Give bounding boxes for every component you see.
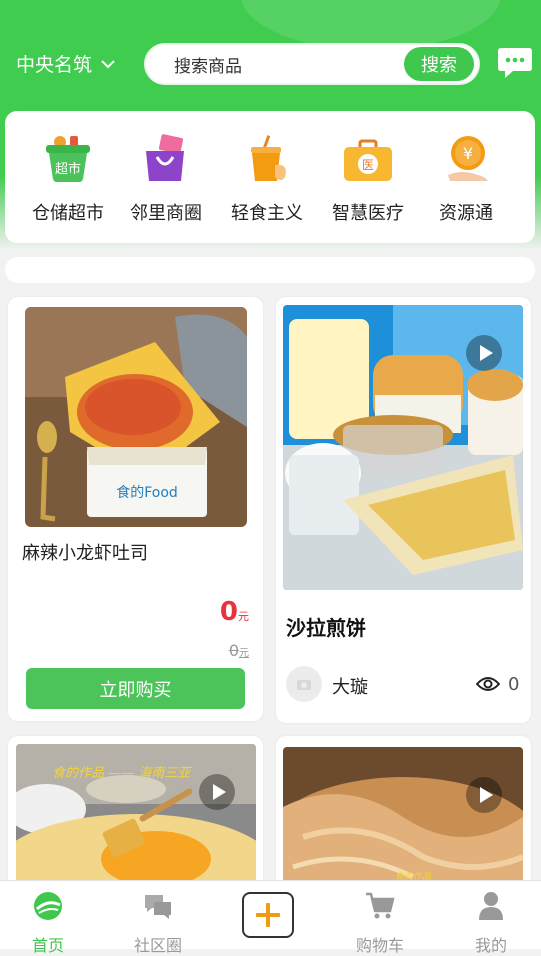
- original-price: 0元: [229, 641, 249, 660]
- view-count: 0: [508, 674, 520, 695]
- category-label: 资源通: [439, 203, 493, 224]
- shopping-bag-icon: [146, 134, 184, 181]
- product-card[interactable]: 食的作品 —— 海南三亚: [8, 736, 263, 896]
- chevron-down-icon: [101, 59, 115, 68]
- category-label: 邻里商圈: [130, 203, 202, 224]
- category-supermarket[interactable]: 超市 仓储超市: [18, 133, 118, 225]
- play-icon[interactable]: [466, 777, 502, 813]
- original-price-unit: 元: [239, 648, 249, 659]
- location-selector[interactable]: 中央名筑: [16, 50, 116, 77]
- price-unit: 元: [238, 610, 249, 623]
- medical-kit-icon: 医: [344, 139, 392, 181]
- product-title: 沙拉煎饼: [286, 616, 366, 640]
- search-input[interactable]: 搜索商品: [174, 52, 404, 77]
- product-image: 食的作品: [283, 747, 523, 896]
- product-image: 食的Food: [25, 307, 247, 527]
- eye-icon: [476, 677, 500, 691]
- tab-community[interactable]: 社区圈: [118, 891, 198, 956]
- video-caption: 食的作品 —— 海南三亚: [52, 766, 191, 781]
- notice-banner[interactable]: [5, 257, 535, 283]
- coin-hand-icon: ¥: [448, 136, 488, 181]
- product-price: 0元: [220, 597, 249, 627]
- svg-text:超市: 超市: [55, 161, 81, 177]
- avatar-placeholder-icon: [297, 680, 311, 690]
- avatar[interactable]: [286, 666, 322, 702]
- product-card[interactable]: 沙拉煎饼 大璇 0: [276, 297, 531, 723]
- category-label: 仓储超市: [32, 203, 104, 224]
- category-resources[interactable]: ¥ 资源通: [416, 133, 516, 225]
- category-card: 超市 仓储超市 邻里商圈 轻食主义 医 智慧医疗 ¥ 资源通: [5, 111, 535, 243]
- publish-button[interactable]: [242, 892, 294, 938]
- tab-label: 首页: [31, 936, 64, 955]
- category-neighborhood[interactable]: 邻里商圈: [116, 133, 216, 225]
- plus-icon: [256, 903, 280, 927]
- search-button[interactable]: 搜索: [404, 47, 474, 81]
- home-icon: [34, 892, 62, 920]
- message-icon[interactable]: [497, 46, 533, 80]
- product-card[interactable]: 食的作品: [276, 736, 531, 896]
- svg-text:¥: ¥: [463, 144, 473, 163]
- search-bar[interactable]: 搜索商品 搜索: [144, 43, 480, 85]
- original-price-value: 0: [228, 641, 239, 660]
- product-card[interactable]: 食的Food 麻辣小龙虾吐司 0元 0元 立即购买: [8, 297, 263, 721]
- product-title: 麻辣小龙虾吐司: [22, 543, 148, 564]
- play-icon[interactable]: [199, 774, 235, 810]
- category-medical[interactable]: 医 智慧医疗: [318, 133, 418, 225]
- user-icon: [479, 892, 503, 920]
- category-label: 智慧医疗: [332, 203, 404, 224]
- category-label: 轻食主义: [231, 203, 303, 224]
- tab-home[interactable]: 首页: [8, 891, 88, 956]
- drink-cup-icon: [251, 135, 286, 181]
- location-label: 中央名筑: [16, 54, 93, 76]
- cart-icon: [366, 892, 395, 919]
- tab-label: 我的: [474, 936, 507, 955]
- chat-bubbles-icon: [145, 895, 171, 919]
- tab-label: 社区圈: [133, 936, 182, 955]
- svg-text:医: 医: [362, 158, 374, 172]
- product-image: 食的作品 —— 海南三亚: [16, 744, 256, 896]
- price-value: 0: [219, 597, 238, 627]
- tab-label: 购物车: [355, 936, 404, 955]
- supermarket-basket-icon: 超市: [46, 136, 90, 182]
- buy-now-button[interactable]: 立即购买: [26, 668, 245, 709]
- product-image: [283, 305, 523, 590]
- svg-text:食的Food: 食的Food: [116, 484, 178, 501]
- play-icon[interactable]: [466, 335, 502, 371]
- category-light-food[interactable]: 轻食主义: [217, 133, 317, 225]
- author-name: 大璇: [332, 677, 368, 698]
- tab-profile[interactable]: 我的: [451, 891, 531, 956]
- tab-cart[interactable]: 购物车: [340, 891, 420, 956]
